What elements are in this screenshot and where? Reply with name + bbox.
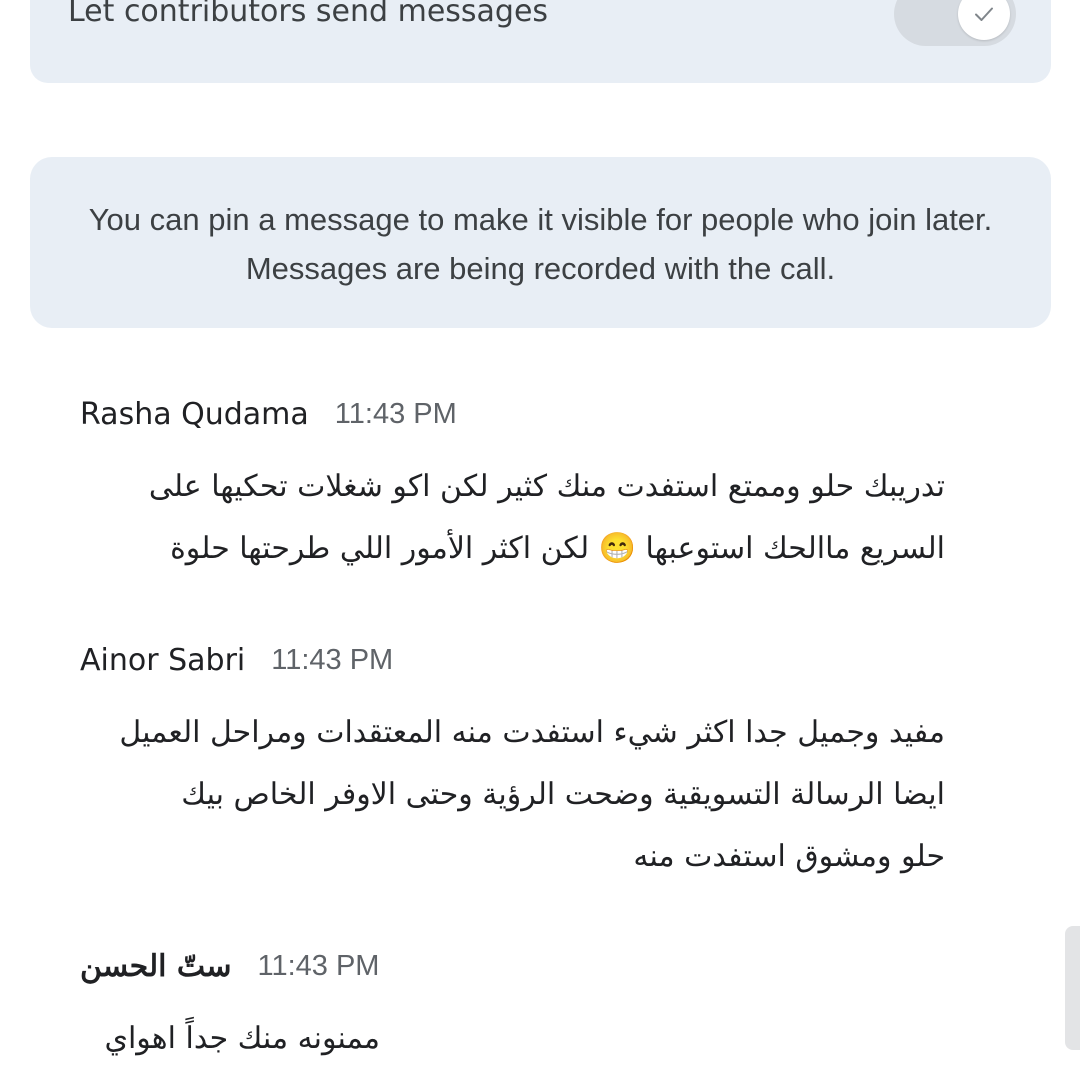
message-line: مفيد وجميل جدا اكثر شيء استفدت منه المعت… [119,715,945,750]
message-text: ممنونه منك جداً اهواي [80,1008,380,1070]
message-line: ايضا الرسالة التسويقية وضحت الرؤية وحتى … [181,777,945,812]
message-line: حلو ومشوق استفدت منه [633,839,945,874]
message-text: مفيد وجميل جدا اكثر شيء استفدت منه المعت… [80,702,945,888]
pin-info-banner: You can pin a message to make it visible… [30,157,1051,328]
contributors-toggle-switch[interactable] [894,0,1016,46]
scrollbar-thumb[interactable] [1065,926,1080,1050]
message-sender: ستّ الحسن [80,948,232,984]
chat-panel: Let contributors send messages You can p… [0,0,1080,1080]
toggle-knob [958,0,1010,40]
message-header: Rasha Qudama 11:43 PM [80,392,960,436]
message-time: 11:43 PM [257,949,380,982]
chat-message: ستّ الحسن 11:43 PM ممنونه منك جداً اهواي [80,944,960,1070]
chat-message: Ainor Sabri 11:43 PM مفيد وجميل جدا اكثر… [80,638,960,888]
message-header: Ainor Sabri 11:43 PM [80,638,960,682]
message-text: تدريبك حلو وممتع استفدت منك كثير لكن اكو… [80,456,945,580]
message-line: تدريبك حلو وممتع استفدت منك كثير لكن اكو… [148,469,945,504]
contributors-toggle-label: Let contributors send messages [68,0,549,29]
message-line: السريع ماالحك استوعبها 😁 لكن اكثر الأمور… [170,531,945,566]
chat-message: Rasha Qudama 11:43 PM تدريبك حلو وممتع ا… [80,392,960,580]
contributors-message-setting: Let contributors send messages [30,0,1051,83]
message-time: 11:43 PM [334,397,457,430]
message-sender: Rasha Qudama [80,396,309,432]
check-icon [975,7,993,21]
pin-info-text: You can pin a message to make it visible… [88,202,993,286]
message-time: 11:43 PM [271,643,394,676]
message-line: ممنونه منك جداً اهواي [104,1021,380,1056]
message-header: ستّ الحسن 11:43 PM [80,944,960,988]
message-sender: Ainor Sabri [80,642,246,678]
